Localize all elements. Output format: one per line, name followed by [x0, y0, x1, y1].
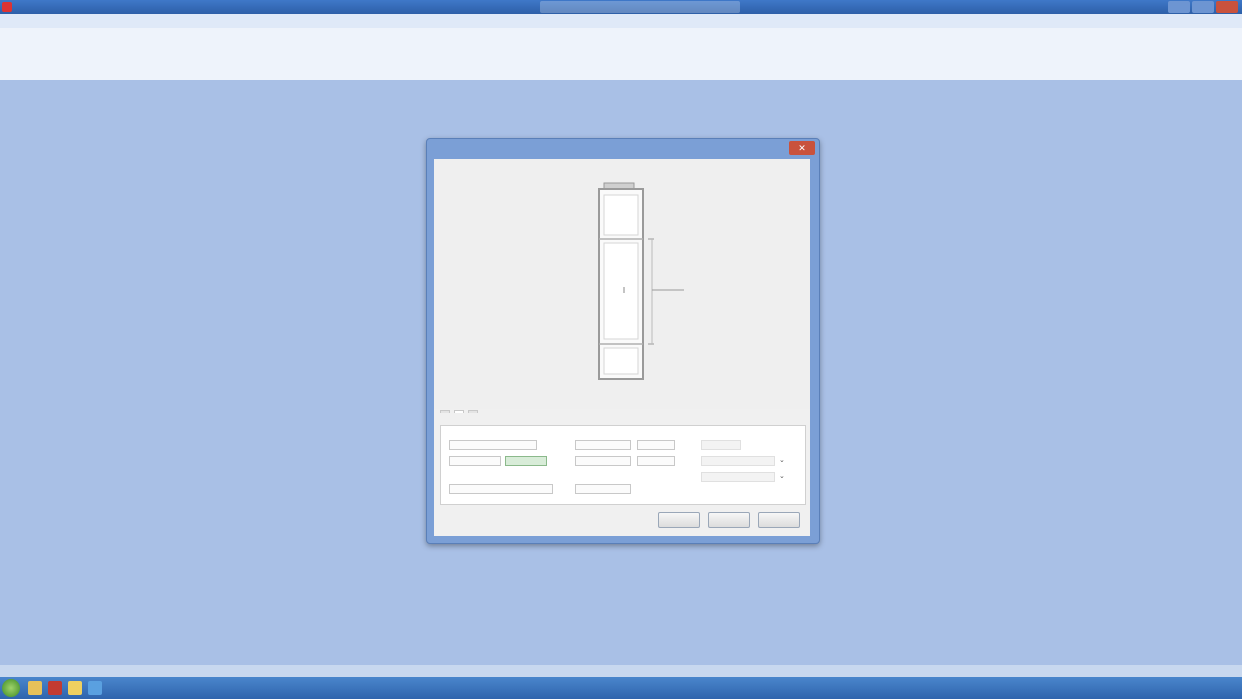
windows-start-icon[interactable]: [2, 679, 20, 697]
field-5[interactable]: [637, 440, 675, 450]
help-button[interactable]: [758, 512, 800, 528]
window-controls: [1168, 1, 1238, 13]
disabled-field-2: [701, 456, 775, 466]
preview-caption: [574, 393, 674, 401]
tab-1[interactable]: [440, 410, 450, 413]
status-bar: [0, 665, 1242, 677]
preview-area: [434, 159, 810, 409]
maximize-button[interactable]: [1192, 1, 1214, 13]
field-8[interactable]: [575, 484, 631, 494]
taskbar: [0, 677, 1242, 699]
chevron-down-icon: ⌄: [779, 473, 785, 480]
window-title: [540, 1, 740, 13]
settings-dialog: ✕ ⌄ ⌄: [426, 138, 820, 544]
disabled-field-1: [701, 440, 741, 450]
field-2[interactable]: [449, 456, 501, 466]
dialog-client: ⌄ ⌄: [434, 159, 810, 536]
dialog-title: [437, 141, 757, 155]
cancel-button[interactable]: [708, 512, 750, 528]
settings-panel: ⌄ ⌄: [440, 425, 806, 505]
taskbar-app-icon[interactable]: [28, 681, 42, 695]
tab-3[interactable]: [468, 410, 478, 413]
field-7[interactable]: [637, 456, 675, 466]
field-6[interactable]: [575, 456, 631, 466]
dialog-close-button[interactable]: ✕: [789, 141, 815, 155]
field-3[interactable]: [505, 456, 547, 466]
preview-drawing: [598, 182, 684, 380]
close-window-button[interactable]: [1216, 1, 1238, 13]
dropdown-1[interactable]: [449, 484, 553, 494]
ok-button[interactable]: [658, 512, 700, 528]
tab-2[interactable]: [454, 410, 464, 413]
dialog-button-row: [658, 512, 800, 528]
minimize-button[interactable]: [1168, 1, 1190, 13]
menu-bar: [0, 14, 1242, 28]
taskbar-app-icon[interactable]: [68, 681, 82, 695]
app-titlebar: [0, 0, 1242, 14]
disabled-field-3: [701, 472, 775, 482]
command-line-area[interactable]: [0, 28, 1242, 80]
field-4[interactable]: [575, 440, 631, 450]
chevron-down-icon: ⌄: [779, 457, 785, 464]
taskbar-app-icon[interactable]: [88, 681, 102, 695]
field-1[interactable]: [449, 440, 537, 450]
app-icon[interactable]: [2, 2, 12, 12]
dialog-tabs: [440, 410, 478, 413]
taskbar-app-icon[interactable]: [48, 681, 62, 695]
